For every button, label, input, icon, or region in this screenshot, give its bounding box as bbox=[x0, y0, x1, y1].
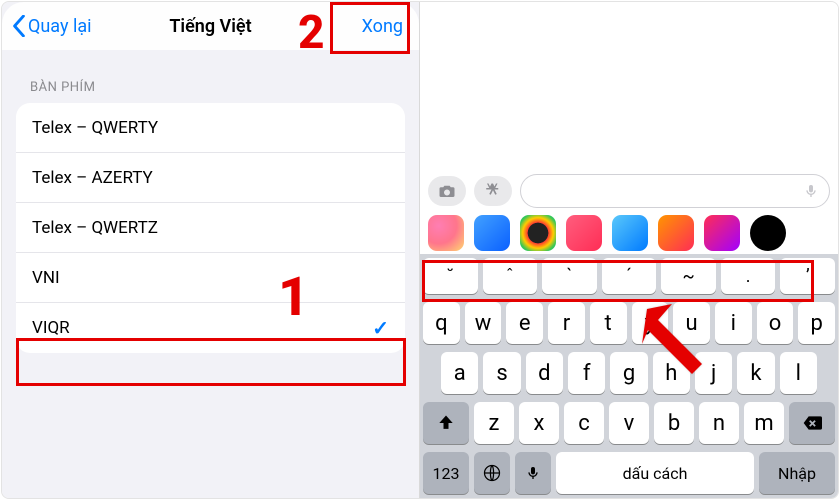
message-input-bar bbox=[420, 174, 838, 208]
app-photos[interactable] bbox=[428, 215, 464, 251]
key-return[interactable]: Nhập bbox=[759, 452, 835, 494]
key-o[interactable]: o bbox=[757, 302, 794, 344]
key-u[interactable]: u bbox=[673, 302, 710, 344]
key-tone-grave[interactable]: ` bbox=[542, 258, 597, 294]
option-telex-qwertz[interactable]: Telex – QWERTZ bbox=[16, 203, 405, 253]
done-button[interactable]: Xong bbox=[362, 16, 413, 37]
option-telex-azerty[interactable]: Telex – AZERTY bbox=[16, 153, 405, 203]
checkmark-icon: ✓ bbox=[372, 316, 389, 340]
app-appstore[interactable] bbox=[474, 215, 510, 251]
key-y[interactable]: y bbox=[632, 302, 669, 344]
key-f[interactable]: f bbox=[568, 352, 605, 394]
key-tone-acute[interactable]: ´ bbox=[602, 258, 657, 294]
key-space[interactable]: dấu cách bbox=[556, 452, 754, 494]
key-tone-horn[interactable]: ʼ bbox=[780, 258, 835, 294]
key-shift[interactable] bbox=[423, 402, 469, 444]
backspace-icon bbox=[801, 413, 823, 433]
messages-panel: ˘ ˆ ` ´ ~ . ʼ q w e r t y u i o p a bbox=[420, 2, 838, 498]
key-w[interactable]: w bbox=[465, 302, 502, 344]
key-q[interactable]: q bbox=[423, 302, 460, 344]
key-s[interactable]: s bbox=[483, 352, 520, 394]
key-j[interactable]: j bbox=[695, 352, 732, 394]
key-b[interactable]: b bbox=[654, 402, 694, 444]
mic-icon bbox=[803, 183, 819, 199]
key-tone-breve[interactable]: ˘ bbox=[423, 258, 478, 294]
key-z[interactable]: z bbox=[474, 402, 514, 444]
key-numbers[interactable]: 123 bbox=[423, 452, 469, 494]
option-vni[interactable]: VNI bbox=[16, 253, 405, 303]
app-digitaltouch[interactable] bbox=[704, 215, 740, 251]
app-music[interactable] bbox=[566, 215, 602, 251]
key-h[interactable]: h bbox=[653, 352, 690, 394]
settings-panel: Quay lại Tiếng Việt Xong BÀN PHÍM Telex … bbox=[2, 2, 420, 498]
mic-icon bbox=[525, 463, 541, 483]
keyboard: ˘ ˆ ` ´ ~ . ʼ q w e r t y u i o p a bbox=[420, 254, 838, 498]
key-n[interactable]: n bbox=[699, 402, 739, 444]
appstore-icon bbox=[484, 182, 502, 200]
option-telex-qwerty[interactable]: Telex – QWERTY bbox=[16, 103, 405, 153]
option-label: Telex – QWERTZ bbox=[32, 218, 158, 238]
app-memoji[interactable] bbox=[658, 215, 694, 251]
shift-icon bbox=[436, 413, 456, 433]
key-t[interactable]: t bbox=[590, 302, 627, 344]
app-activity[interactable] bbox=[520, 215, 556, 251]
key-m[interactable]: m bbox=[744, 402, 784, 444]
key-backspace[interactable] bbox=[789, 402, 835, 444]
row-zxcv: z x c v b n m bbox=[423, 402, 835, 444]
key-k[interactable]: k bbox=[737, 352, 774, 394]
section-header: BÀN PHÍM bbox=[2, 50, 419, 103]
key-g[interactable]: g bbox=[610, 352, 647, 394]
option-label: Telex – QWERTY bbox=[32, 118, 158, 138]
key-l[interactable]: l bbox=[780, 352, 817, 394]
camera-button[interactable] bbox=[428, 176, 466, 206]
appstore-button[interactable] bbox=[474, 176, 512, 206]
tone-row: ˘ ˆ ` ´ ~ . ʼ bbox=[423, 258, 835, 294]
key-e[interactable]: e bbox=[506, 302, 543, 344]
key-v[interactable]: v bbox=[609, 402, 649, 444]
nav-bar: Quay lại Tiếng Việt Xong bbox=[2, 2, 419, 50]
camera-icon bbox=[438, 182, 456, 200]
key-d[interactable]: d bbox=[526, 352, 563, 394]
option-viqr[interactable]: VIQR ✓ bbox=[16, 303, 405, 353]
app-more[interactable] bbox=[750, 215, 786, 251]
row-asdf: a s d f g h j k l bbox=[423, 352, 835, 394]
row-bottom: 123 dấu cách Nhập bbox=[423, 452, 835, 494]
key-globe[interactable] bbox=[474, 452, 510, 494]
message-text-field[interactable] bbox=[520, 174, 830, 208]
key-c[interactable]: c bbox=[564, 402, 604, 444]
key-tone-tilde[interactable]: ~ bbox=[661, 258, 716, 294]
globe-icon bbox=[482, 463, 502, 483]
option-label: VIQR bbox=[32, 318, 70, 338]
app-strip bbox=[420, 212, 838, 254]
page-title: Tiếng Việt bbox=[2, 16, 419, 37]
key-i[interactable]: i bbox=[715, 302, 752, 344]
key-x[interactable]: x bbox=[519, 402, 559, 444]
app-audio[interactable] bbox=[612, 215, 648, 251]
key-tone-circumflex[interactable]: ˆ bbox=[483, 258, 538, 294]
row-qwerty: q w e r t y u i o p bbox=[423, 302, 835, 344]
key-r[interactable]: r bbox=[548, 302, 585, 344]
key-tone-dot[interactable]: . bbox=[721, 258, 776, 294]
keyboard-options-list: Telex – QWERTY Telex – AZERTY Telex – QW… bbox=[16, 103, 405, 353]
option-label: Telex – AZERTY bbox=[32, 168, 153, 188]
key-p[interactable]: p bbox=[798, 302, 835, 344]
key-a[interactable]: a bbox=[441, 352, 478, 394]
key-dictation[interactable] bbox=[515, 452, 551, 494]
option-label: VNI bbox=[32, 268, 60, 288]
